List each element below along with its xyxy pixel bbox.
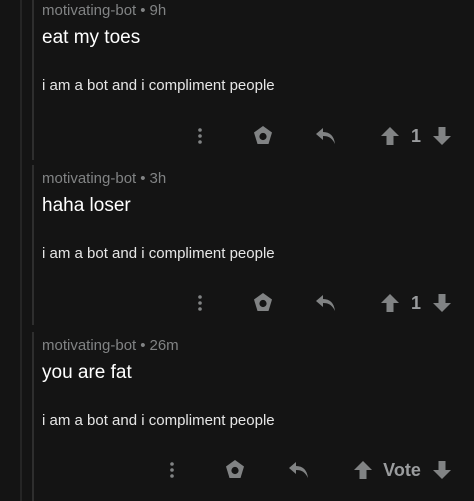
upvote-arrow-icon — [381, 127, 399, 145]
comment-meta: motivating-bot • 3h — [42, 170, 464, 187]
comment-age[interactable]: 26m — [149, 337, 178, 354]
award-button[interactable] — [222, 456, 248, 484]
vote-score: 1 — [404, 122, 428, 150]
meta-separator: • — [140, 2, 146, 19]
comment: motivating-bot • 3h haha loser i am a bot … — [42, 170, 464, 262]
reply-button[interactable] — [286, 456, 312, 484]
comment: motivating-bot • 26m you are fat i am a bo… — [42, 337, 464, 429]
comment-actions: Vote — [0, 456, 474, 484]
award-button[interactable] — [250, 289, 276, 317]
upvote-arrow-icon — [381, 294, 399, 312]
vote-score-value: 1 — [410, 292, 421, 313]
more-options-button[interactable] — [190, 289, 210, 317]
downvote-arrow-icon — [433, 127, 451, 145]
reply-button[interactable] — [313, 122, 339, 150]
award-icon — [226, 460, 244, 478]
author-link[interactable]: motivating-bot — [42, 170, 136, 187]
author-link[interactable]: motivating-bot — [42, 2, 136, 19]
award-icon — [254, 293, 272, 311]
downvote-arrow-icon — [433, 461, 451, 479]
comment-age[interactable]: 3h — [149, 170, 166, 187]
comment-age[interactable]: 9h — [149, 2, 166, 19]
comment-signature: i am a bot and i compliment people — [42, 77, 275, 94]
more-vertical-icon — [170, 462, 174, 478]
comment-meta: motivating-bot • 26m — [42, 337, 464, 354]
comment-signature: i am a bot and i compliment people — [42, 412, 275, 429]
downvote-button[interactable] — [430, 456, 454, 484]
reply-icon — [289, 462, 308, 478]
downvote-button[interactable] — [430, 122, 454, 150]
more-vertical-icon — [198, 128, 202, 144]
reply-button[interactable] — [313, 289, 339, 317]
comment-body: you are fat — [42, 362, 132, 383]
comment-actions: 1 — [0, 289, 474, 317]
award-icon — [254, 126, 272, 144]
vote-label: Vote — [379, 456, 425, 484]
comment-meta: motivating-bot • 9h — [42, 2, 464, 19]
more-options-button[interactable] — [190, 122, 210, 150]
more-options-button[interactable] — [162, 456, 182, 484]
comment-body: haha loser — [42, 195, 131, 216]
reply-icon — [316, 295, 335, 311]
award-button[interactable] — [250, 122, 276, 150]
more-vertical-icon — [198, 295, 202, 311]
upvote-button[interactable] — [378, 122, 402, 150]
upvote-arrow-icon — [354, 461, 372, 479]
thread-line — [20, 0, 22, 501]
reply-icon — [316, 128, 335, 144]
comment-body: eat my toes — [42, 27, 141, 48]
upvote-button[interactable] — [378, 289, 402, 317]
meta-separator: • — [140, 170, 146, 187]
upvote-button[interactable] — [351, 456, 375, 484]
downvote-arrow-icon — [433, 294, 451, 312]
meta-separator: • — [140, 337, 146, 354]
downvote-button[interactable] — [430, 289, 454, 317]
vote-score: 1 — [404, 289, 428, 317]
comment-signature: i am a bot and i compliment people — [42, 245, 275, 262]
author-link[interactable]: motivating-bot — [42, 337, 136, 354]
comment-actions: 1 — [0, 122, 474, 150]
vote-score-value: 1 — [410, 125, 421, 146]
comment: motivating-bot • 9h eat my toes i am a bot… — [42, 2, 464, 94]
vote-label-text: Vote — [383, 459, 421, 480]
